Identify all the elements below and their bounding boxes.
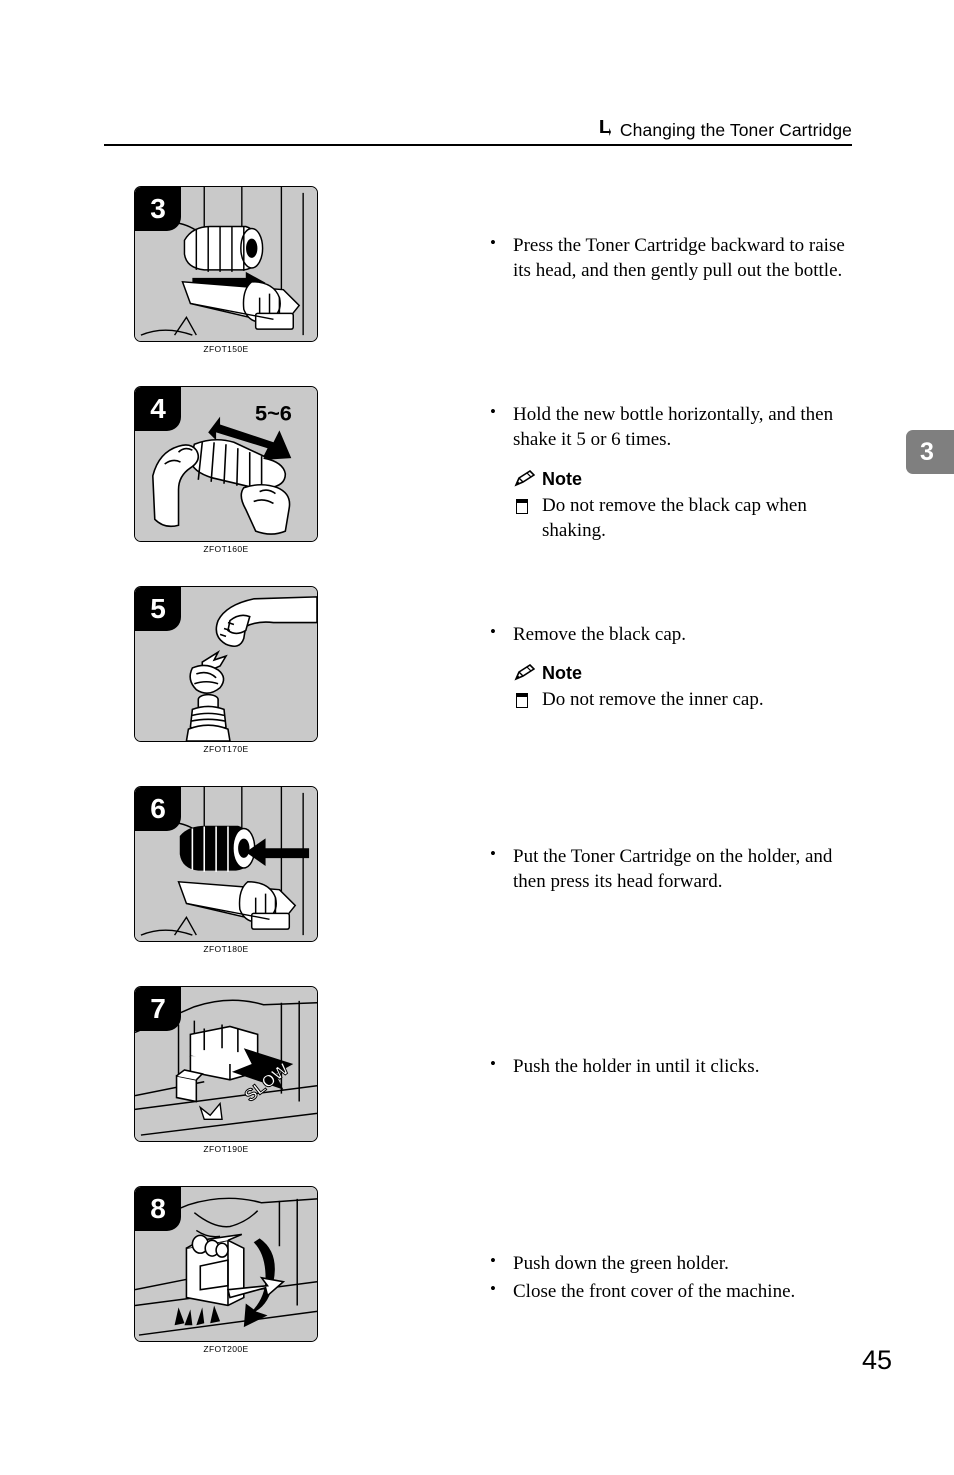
note-block: Note Do not remove the inner cap. — [486, 664, 858, 712]
note-item: Do not remove the black cap when shaking… — [486, 493, 858, 544]
note-heading: Note — [486, 468, 858, 489]
figure-code: ZFOT170E — [203, 744, 249, 754]
step-row: SLOW 7 ZFOT190E • Push the holder in unt… — [0, 986, 954, 1186]
header-inner: Changing the Toner Cartridge — [597, 119, 852, 144]
page-number: 45 — [861, 1345, 892, 1375]
figure-illustration-step-5: 5 — [134, 586, 318, 742]
figure-code: ZFOT150E — [203, 344, 249, 354]
svg-text:5~6: 5~6 — [255, 401, 292, 426]
step-number-badge: 4 — [135, 387, 181, 431]
instruction-bullet: Hold the new bottle horizontally, and th… — [486, 401, 858, 453]
figure-block: 5~6 4 ZFOT160E — [134, 386, 318, 554]
page-header: Changing the Toner Cartridge — [104, 112, 852, 146]
steps-container: 3 ZFOT150E Press the Toner Cartridge bac… — [0, 186, 954, 1386]
step-text-block: Press the Toner Cartridge backward to ra… — [486, 232, 858, 284]
figure-code: ZFOT190E — [203, 1144, 249, 1154]
step-text-block: Push the holder in until it clicks. — [486, 1053, 858, 1079]
figure-block: 5 ZFOT170E — [134, 586, 318, 754]
step-row: 5 ZFOT170E Remove the black cap. — [0, 586, 954, 786]
manual-page: Changing the Toner Cartridge 3 3 ZFOT150… — [0, 0, 954, 1475]
figure-illustration-step-4: 5~6 4 — [134, 386, 318, 542]
step-number-badge: 6 — [135, 787, 181, 831]
figure-block: SLOW 7 ZFOT190E — [134, 986, 318, 1154]
step-number-badge: 8 — [135, 1187, 181, 1231]
step-number-badge: 5 — [135, 587, 181, 631]
figure-block: 3 ZFOT150E — [134, 186, 318, 354]
header-title: Changing the Toner Cartridge — [619, 120, 852, 140]
figure-code: ZFOT180E — [203, 944, 249, 954]
pencil-icon — [513, 664, 535, 682]
step-number-badge: 3 — [135, 187, 181, 231]
step-text-block: Remove the black cap. Note — [486, 621, 858, 732]
figure-block: 8 ZFOT200E — [134, 1186, 318, 1354]
instruction-bullet: Push the holder in until it clicks. — [486, 1053, 858, 1079]
figure-code: ZFOT160E — [203, 544, 249, 554]
step-text-block: Push down the green holder. Close the fr… — [486, 1250, 858, 1305]
figure-code: ZFOT200E — [203, 1344, 249, 1354]
step-row: 8 ZFOT200E Push down the green holder. C… — [0, 1186, 954, 1386]
step-number: 8 — [150, 1193, 166, 1224]
note-label: Note — [542, 468, 582, 489]
note-label: Note — [542, 663, 582, 684]
step-text-block: Put the Toner Cartridge on the holder, a… — [486, 843, 858, 895]
step-text-block: Hold the new bottle horizontally, and th… — [486, 401, 858, 563]
instruction-bullet: Close the front cover of the machine. — [486, 1278, 858, 1304]
step-number: 7 — [150, 993, 166, 1024]
corner-arrow-icon — [597, 120, 611, 137]
step-row: 6 ZFOT180E Put the Toner Cartridge on th… — [0, 786, 954, 986]
step-number: 5 — [150, 593, 166, 624]
figure-block: 6 ZFOT180E — [134, 786, 318, 954]
step-row: 3 ZFOT150E Press the Toner Cartridge bac… — [0, 186, 954, 386]
step-row: 5~6 4 ZFOT160E • Hold the new bottle hor… — [0, 386, 954, 586]
note-heading: Note — [486, 664, 858, 682]
figure-illustration-step-6: 6 — [134, 786, 318, 942]
note-block: Note Do not remove the black cap when sh… — [486, 468, 858, 544]
note-item: Do not remove the inner cap. — [486, 687, 858, 712]
figure-illustration-step-8: 8 — [134, 1186, 318, 1342]
step-number: 3 — [150, 193, 166, 224]
figure-illustration-step-3: 3 — [134, 186, 318, 342]
figure-illustration-step-7: SLOW 7 — [134, 986, 318, 1142]
instruction-bullet: Press the Toner Cartridge backward to ra… — [486, 232, 858, 284]
pencil-icon — [513, 469, 535, 488]
instruction-bullet: Remove the black cap. — [486, 621, 858, 647]
step-number: 6 — [150, 793, 166, 824]
instruction-bullet: Put the Toner Cartridge on the holder, a… — [486, 843, 858, 895]
instruction-bullet: Push down the green holder. — [486, 1250, 858, 1276]
step-number-badge: 7 — [135, 987, 181, 1031]
step-number: 4 — [150, 393, 166, 424]
